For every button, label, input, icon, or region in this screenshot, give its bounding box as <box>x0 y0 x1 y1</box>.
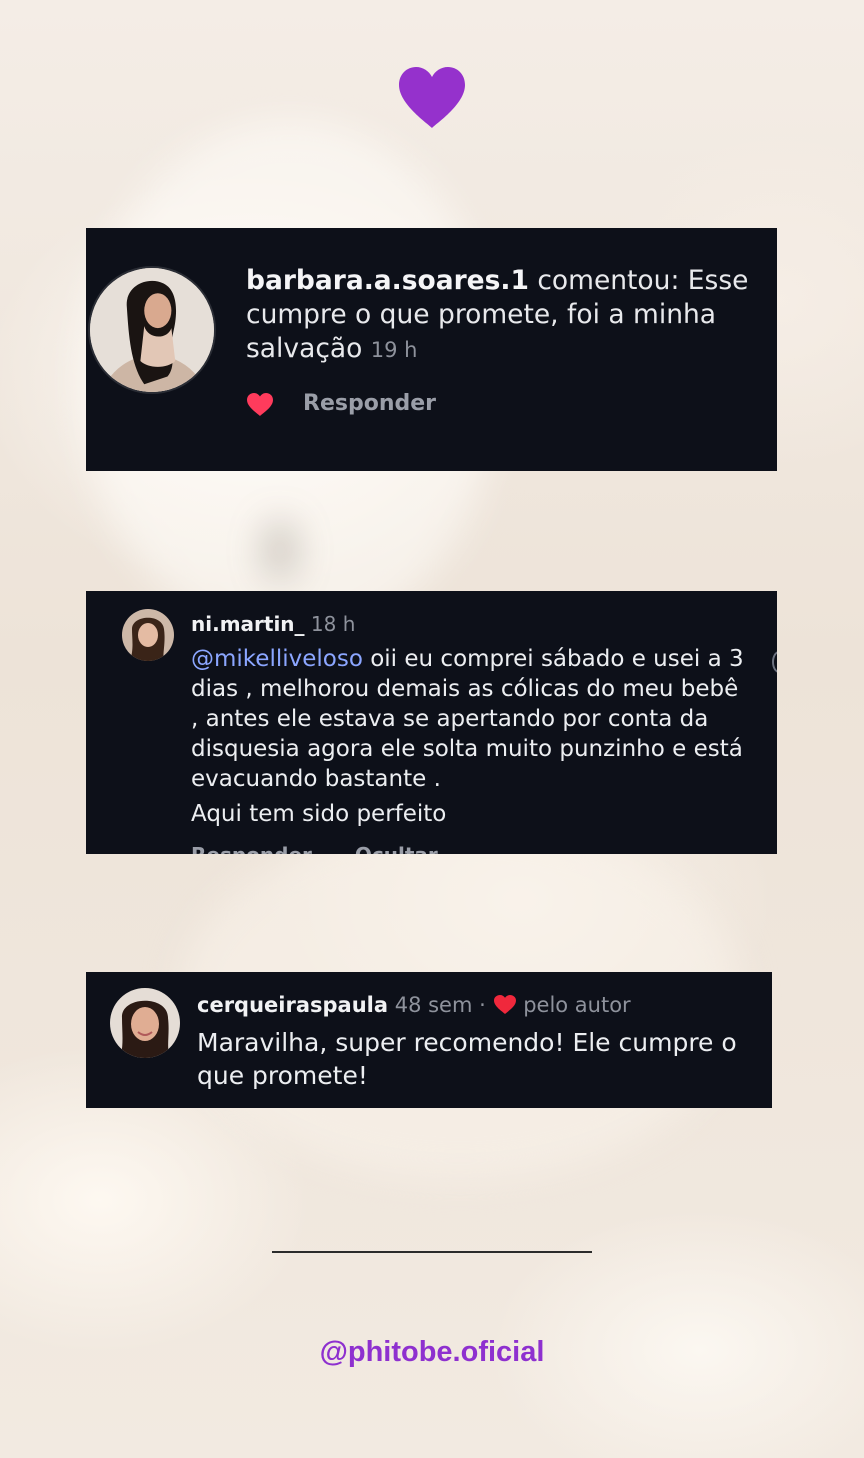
brand-handle[interactable]: @phitobe.oficial <box>0 1336 864 1369</box>
avatar[interactable] <box>122 609 174 661</box>
comment-card-ni-martin: ni.martin_ 18 h @mikelliveloso oii eu co… <box>86 591 777 854</box>
heart-like-icon[interactable] <box>246 392 274 417</box>
partial-like-icon[interactable] <box>772 651 777 673</box>
comment-header: cerqueiraspaula 48 sem · pelo autor <box>197 991 631 1019</box>
comment-extra-line: Aqui tem sido perfeito <box>191 801 447 827</box>
timestamp: 48 sem <box>394 993 473 1017</box>
comment-actions: Responder Ocultar <box>191 843 474 854</box>
reply-button[interactable]: Responder <box>303 391 436 416</box>
reply-button[interactable]: Responder <box>191 843 312 854</box>
comment-card-barbara: barbara.a.soares.1 comentou: Esse cumpre… <box>86 228 777 471</box>
username[interactable]: ni.martin_ <box>191 612 305 636</box>
mention-link[interactable]: @mikelliveloso <box>191 646 363 672</box>
background-shape <box>265 520 295 580</box>
timestamp: 18 h <box>310 612 356 636</box>
comment-body: @mikelliveloso oii eu comprei sábado e u… <box>191 644 751 794</box>
comment-card-cerqueiraspaula: cerqueiraspaula 48 sem · pelo autor Mara… <box>86 972 772 1108</box>
heart-icon <box>493 995 516 1014</box>
comment-body: Maravilha, super recomendo! Ele cumpre o… <box>197 1028 737 1090</box>
username[interactable]: barbara.a.soares.1 <box>246 265 529 296</box>
separator: · <box>479 993 486 1017</box>
comment-text: barbara.a.soares.1 comentou: Esse cumpre… <box>246 264 756 367</box>
divider <box>272 1251 592 1253</box>
avatar[interactable] <box>110 988 180 1058</box>
timestamp: 19 h <box>370 338 418 362</box>
purple-heart-icon <box>399 67 465 128</box>
username[interactable]: cerqueiraspaula <box>197 993 388 1017</box>
comment-header: ni.martin_ 18 h <box>191 611 355 637</box>
hide-button[interactable]: Ocultar <box>355 843 438 854</box>
author-like-label: pelo autor <box>523 993 631 1017</box>
avatar[interactable] <box>88 266 216 394</box>
